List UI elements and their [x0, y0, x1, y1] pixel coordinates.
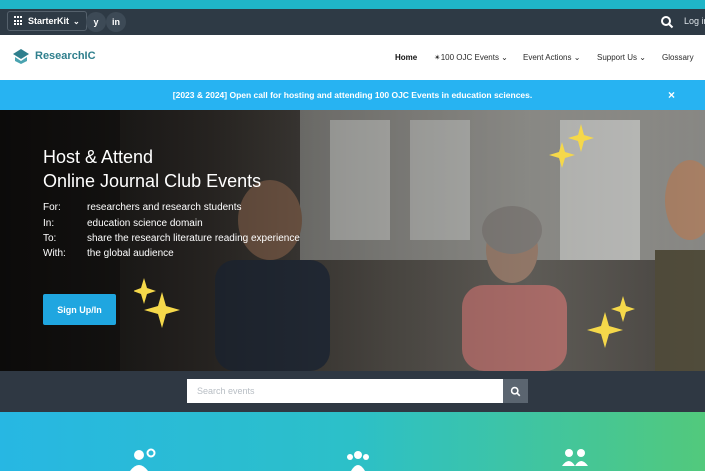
- hero-detail-key: For:: [43, 202, 61, 213]
- hero-title-line2: Online Journal Club Events: [43, 171, 262, 191]
- hero-detail-row: For: researchers and research students: [43, 202, 242, 213]
- logo-text: ResearchIC: [35, 50, 96, 62]
- sparkle-icon: [549, 124, 594, 168]
- announcement-text: [2023 & 2024] Open call for hosting and …: [172, 90, 533, 100]
- apps-grid-icon: [14, 16, 24, 26]
- nav-glossary[interactable]: Glossary: [662, 53, 694, 62]
- top-bar: StarterKit ⌄ y in Log in: [0, 9, 705, 35]
- top-accent-strip: [0, 0, 705, 9]
- hero-detail-value: share the research literature reading ex…: [87, 233, 300, 244]
- hero-title-line1: Host & Attend: [43, 147, 154, 167]
- announcement-bar: [2023 & 2024] Open call for hosting and …: [0, 80, 705, 110]
- hero-detail-key: To:: [43, 233, 57, 244]
- user-gear-icon: [130, 448, 156, 471]
- nav-support-us[interactable]: Support Us ⌄: [597, 53, 646, 62]
- starterkit-menu-button[interactable]: StarterKit ⌄: [7, 11, 87, 31]
- nav-event-actions[interactable]: Event Actions ⌄: [523, 53, 580, 62]
- main-navbar: ResearchIC Home ✴100 OJC Events ⌄ Event …: [0, 35, 705, 80]
- linkedin-icon[interactable]: in: [106, 12, 126, 32]
- chevron-down-icon: ⌄: [73, 16, 80, 26]
- users-meeting-icon: [562, 449, 588, 466]
- search-events-input[interactable]: [187, 379, 503, 403]
- hero-detail-key: In:: [43, 218, 55, 229]
- hero-detail-row: With: the global audience: [43, 248, 174, 259]
- hero-detail-value: researchers and research students: [87, 202, 242, 213]
- hero-detail-row: In: education science domain: [43, 218, 203, 229]
- starterkit-label: StarterKit: [28, 16, 70, 26]
- hero-detail-row: To: share the research literature reading…: [43, 233, 300, 244]
- event-search-bar: [0, 371, 705, 412]
- search-icon[interactable]: [660, 15, 674, 29]
- twitter-icon[interactable]: y: [86, 12, 106, 32]
- nav-100-ojc-events[interactable]: ✴100 OJC Events ⌄: [434, 53, 508, 62]
- hero-detail-value: the global audience: [87, 248, 174, 259]
- hero-banner: Host & Attend Online Journal Club Events…: [0, 110, 705, 371]
- close-icon[interactable]: ×: [668, 88, 675, 102]
- sparkle-icon: [134, 278, 180, 328]
- login-link[interactable]: Log in: [684, 16, 705, 26]
- features-strip: [0, 412, 705, 471]
- signup-button[interactable]: Sign Up/In: [43, 294, 116, 325]
- site-logo[interactable]: ResearchIC: [11, 46, 96, 66]
- search-button[interactable]: [503, 379, 528, 403]
- hero-detail-key: With:: [43, 248, 66, 259]
- users-group-icon: [347, 451, 369, 471]
- logo-icon: [13, 49, 29, 64]
- search-icon: [510, 386, 521, 396]
- nav-home[interactable]: Home: [395, 53, 417, 62]
- sparkle-icon: [587, 296, 635, 348]
- hero-detail-value: education science domain: [87, 218, 203, 229]
